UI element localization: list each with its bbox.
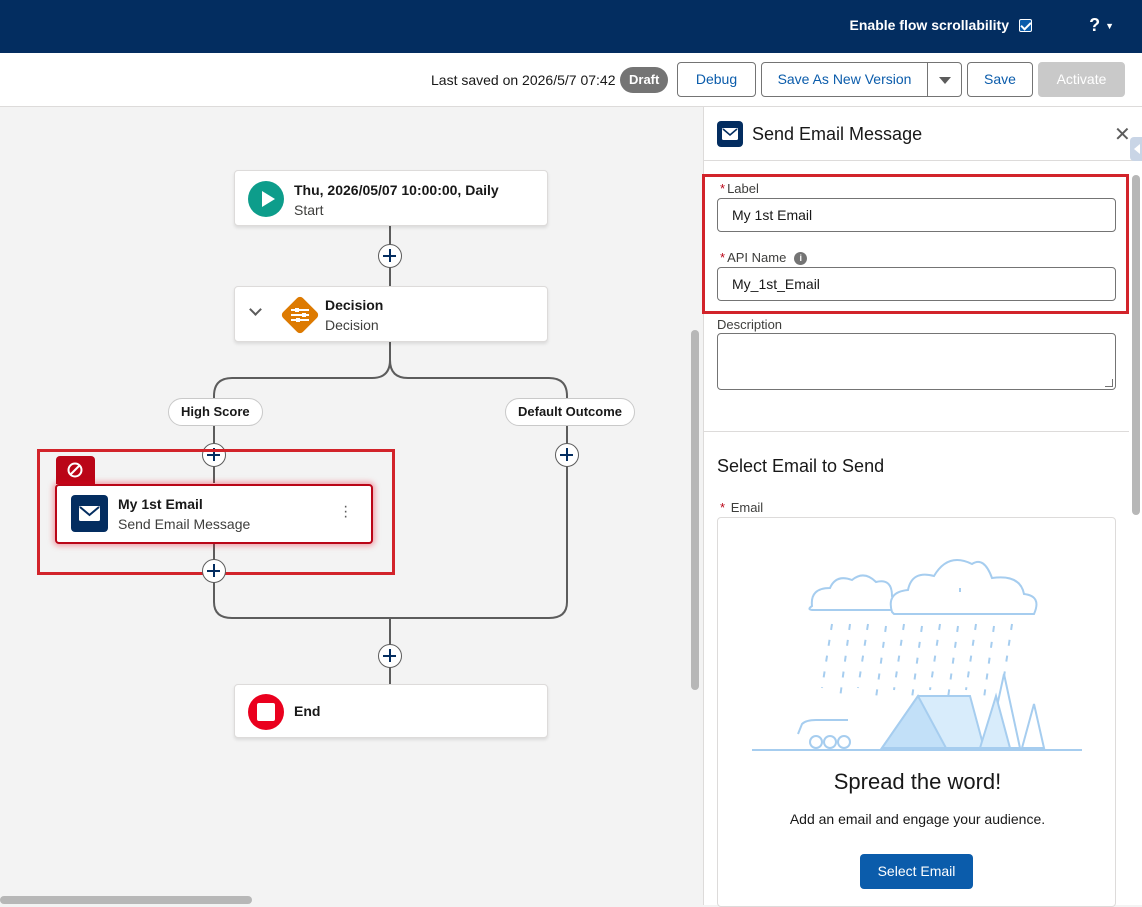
panel-header: Send Email Message ✕ [704, 107, 1142, 161]
close-icon[interactable]: ✕ [1114, 122, 1131, 147]
email-node-subtitle: Send Email Message [118, 516, 251, 532]
chevron-down-icon[interactable] [249, 303, 262, 316]
help-menu[interactable]: ? ▼ [1089, 15, 1114, 36]
outcome-high-score[interactable]: High Score [168, 398, 263, 426]
info-icon[interactable]: i [794, 252, 808, 266]
decision-icon [281, 296, 319, 334]
tent-rain-illustration [752, 559, 1082, 751]
end-node-title: End [294, 703, 321, 719]
stop-icon [248, 694, 284, 730]
chevron-down-icon: ▼ [1105, 21, 1114, 32]
canvas-vertical-scrollbar[interactable] [689, 107, 702, 905]
end-node[interactable]: End [234, 684, 548, 738]
help-icon: ? [1089, 15, 1101, 35]
save-options-dropdown[interactable] [927, 62, 962, 97]
email-node-title: My 1st Email [118, 496, 203, 512]
activate-button[interactable]: Activate [1038, 62, 1125, 97]
flow-scrollability-checkbox[interactable] [1019, 18, 1032, 32]
last-saved-text: Last saved on 2026/5/7 07:42 [431, 72, 616, 88]
select-email-button[interactable]: Select Email [860, 854, 973, 889]
description-field-label: Description [717, 317, 783, 332]
decision-node-subtitle: Decision [325, 317, 379, 333]
empty-state-title: Spread the word! [833, 769, 1002, 794]
debug-button[interactable]: Debug [677, 62, 756, 97]
send-email-node[interactable]: My 1st Email Send Email Message · · · [55, 484, 373, 544]
status-badge: Draft [620, 67, 669, 93]
scrollbar-thumb[interactable] [1132, 175, 1140, 515]
flow-canvas[interactable]: Thu, 2026/05/07 10:00:00, Daily Start De… [0, 107, 703, 905]
builder-toolbar: Last saved on 2026/5/7 07:42 Draft Debug… [0, 53, 1142, 107]
email-icon [71, 495, 108, 532]
decision-node-title: Decision [325, 297, 384, 313]
scrollbar-thumb[interactable] [691, 330, 699, 690]
decision-node[interactable]: Decision Decision [234, 286, 548, 342]
description-textarea[interactable] [717, 333, 1116, 390]
add-element-button[interactable] [378, 244, 402, 268]
api-name-input[interactable]: My_1st_Email [717, 267, 1116, 301]
add-element-button[interactable] [202, 559, 226, 583]
api-name-field-label: * API Name i [720, 250, 808, 266]
empty-state-subtitle: Add an email and engage your audience. [789, 811, 1046, 827]
label-input[interactable]: My 1st Email [717, 198, 1116, 232]
error-icon [67, 462, 83, 478]
collapse-panel-tab[interactable] [1130, 137, 1142, 161]
label-field-label: * Label [720, 181, 759, 196]
app-header: Enable flow scrollability ? ▼ [0, 0, 1142, 53]
section-title: Select Email to Send [717, 456, 885, 476]
add-element-button[interactable] [378, 644, 402, 668]
error-badge[interactable] [56, 456, 95, 484]
panel-title: Send Email Message [752, 124, 923, 144]
flow-scrollability-toggle[interactable]: Enable flow scrollability [850, 17, 1032, 33]
flow-scrollability-label: Enable flow scrollability [849, 17, 1009, 33]
save-button[interactable]: Save [967, 62, 1033, 97]
email-field-label: * Email [720, 500, 764, 515]
start-node[interactable]: Thu, 2026/05/07 10:00:00, Daily Start [234, 170, 548, 226]
play-icon [248, 181, 284, 217]
start-node-subtitle: Start [294, 202, 324, 218]
caret-down-icon [938, 77, 951, 84]
start-node-title: Thu, 2026/05/07 10:00:00, Daily [294, 182, 499, 198]
more-actions-icon[interactable]: · · · [343, 499, 351, 525]
section-divider [704, 431, 1129, 432]
outcome-default[interactable]: Default Outcome [505, 398, 636, 426]
panel-vertical-scrollbar[interactable] [1130, 167, 1142, 905]
properties-panel: Send Email Message ✕ * Label My 1st Email… [702, 107, 1142, 907]
scrollbar-thumb[interactable] [0, 896, 252, 904]
canvas-horizontal-scrollbar[interactable] [0, 893, 689, 905]
save-as-new-version-button[interactable]: Save As New Version [761, 62, 928, 97]
email-icon [717, 121, 743, 147]
email-empty-state: Spread the word! Add an email and engage… [717, 517, 1116, 907]
add-element-button[interactable] [555, 443, 579, 467]
